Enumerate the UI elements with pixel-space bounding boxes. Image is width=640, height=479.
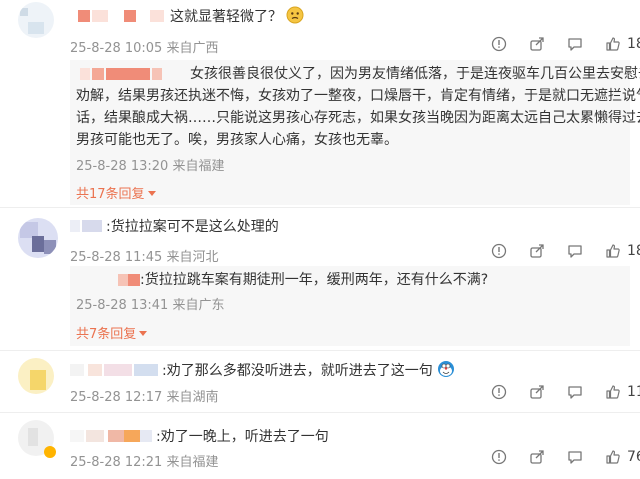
username-mosaic[interactable] (118, 274, 128, 286)
share-icon[interactable] (529, 449, 545, 465)
report-icon[interactable] (491, 36, 507, 52)
reply-text-line: 劝解，结果男孩还执迷不悔，女孩劝了一整夜，口燥唇干，肯定有情绪，于是就口无遮拦说… (76, 88, 640, 104)
like-button[interactable]: 113 (605, 384, 640, 400)
like-button[interactable]: 185 (605, 36, 640, 52)
doraemon-emoji-icon (438, 361, 455, 377)
avatar[interactable] (18, 2, 54, 38)
comment-actions: 185 (491, 36, 640, 52)
share-icon[interactable] (529, 243, 545, 259)
username-mosaic[interactable] (124, 10, 136, 22)
divider (0, 350, 640, 351)
username-mosaic[interactable] (92, 10, 108, 22)
reply-text: :货拉拉跳车案有期徒刑一年，缓刑两年，还有什么不满? (140, 272, 489, 288)
report-icon[interactable] (491, 384, 507, 400)
thumbs-up-icon (606, 244, 620, 258)
verified-badge-icon (44, 446, 56, 458)
username-mosaic[interactable] (140, 430, 152, 442)
comment-meta: 25-8-28 10:05 来自广西 (70, 41, 219, 56)
like-button[interactable]: 181 (605, 243, 640, 259)
comment-meta: 25-8-28 11:45 来自河北 (70, 250, 219, 265)
comment-text: 这就显著轻微了？ (170, 6, 304, 28)
username-mosaic[interactable] (88, 364, 102, 376)
avatar-pixel (44, 240, 56, 254)
like-count: 185 (627, 36, 640, 52)
username-mosaic[interactable] (82, 220, 102, 232)
like-button[interactable]: 76 (605, 449, 640, 465)
reply-meta: 25-8-28 13:20 来自福建 (76, 159, 225, 174)
reply-box: 女孩很善良很仗义了，因为男友情绪低落，于是连夜驱车几百公里去安慰去 劝解，结果男… (70, 60, 640, 205)
reply-meta: 25-8-28 13:41 来自广东 (76, 298, 225, 313)
comment-actions: 181 (491, 243, 640, 259)
avatar-pixel (32, 236, 44, 252)
comment-icon[interactable] (567, 243, 583, 259)
report-icon[interactable] (491, 243, 507, 259)
avatar-pixel (30, 370, 46, 390)
chevron-down-icon (139, 331, 148, 336)
username-mosaic[interactable] (70, 364, 84, 376)
comment-meta: 25-8-28 12:21 来自福建 (70, 455, 219, 470)
like-count: 76 (627, 449, 640, 465)
comment-icon[interactable] (567, 384, 583, 400)
reply-text-line: 女孩很善良很仗义了，因为男友情绪低落，于是连夜驱车几百公里去安慰去 (190, 66, 640, 82)
avatar-pixel (28, 22, 44, 34)
username-mosaic[interactable] (134, 364, 158, 376)
avatar-pixel (20, 8, 28, 16)
comment-text: :货拉拉案可不是这么处理的 (106, 219, 279, 235)
report-icon[interactable] (491, 449, 507, 465)
share-icon[interactable] (529, 384, 545, 400)
divider (0, 412, 640, 413)
confused-emoji-icon (286, 6, 304, 24)
comment-meta: 25-8-28 12:17 来自湖南 (70, 390, 219, 405)
more-replies-link[interactable]: 共17条回复 (76, 183, 156, 202)
chevron-down-icon (147, 191, 156, 196)
avatar-pixel (28, 428, 38, 446)
username-mosaic[interactable] (108, 430, 124, 442)
username-mosaic[interactable] (104, 364, 132, 376)
reply-text-line: 男孩可能也无了。唉，男孩家人心痛，女孩也无辜。 (76, 132, 398, 148)
comment-icon[interactable] (567, 449, 583, 465)
username-mosaic[interactable] (124, 430, 140, 442)
thumbs-up-icon (606, 37, 620, 51)
comment-actions: 113 (491, 384, 640, 400)
username-mosaic[interactable] (152, 68, 162, 80)
username-mosaic[interactable] (92, 68, 104, 80)
share-icon[interactable] (529, 36, 545, 52)
username-mosaic[interactable] (78, 10, 90, 22)
more-replies-link[interactable]: 共7条回复 (76, 323, 148, 342)
comment-text: :劝了一晚上，听进去了一句 (156, 429, 329, 445)
comment-actions: 76 (491, 449, 640, 465)
username-mosaic[interactable] (70, 430, 84, 442)
like-count: 181 (627, 243, 640, 259)
comment-icon[interactable] (567, 36, 583, 52)
username-mosaic[interactable] (80, 68, 90, 80)
username-mosaic[interactable] (128, 274, 140, 286)
reply-box: :货拉拉跳车案有期徒刑一年，缓刑两年，还有什么不满? 25-8-28 13:41… (70, 266, 630, 346)
username-mosaic[interactable] (150, 10, 164, 22)
thumbs-up-icon (606, 385, 620, 399)
reply-text-line: 话，结果酿成大祸……只能说这男孩心存死志，如果女孩当晚因为距离太远自己太累懒得过… (76, 110, 640, 126)
comment-text: :劝了那么多都没听进去，就听进去了这一句 (162, 360, 455, 382)
username-mosaic[interactable] (70, 220, 80, 232)
divider (0, 207, 640, 208)
username-mosaic[interactable] (86, 430, 104, 442)
username-mosaic[interactable] (106, 68, 150, 80)
like-count: 113 (627, 384, 640, 400)
avatar[interactable] (18, 358, 54, 394)
thumbs-up-icon (606, 450, 620, 464)
avatar[interactable] (18, 218, 58, 258)
